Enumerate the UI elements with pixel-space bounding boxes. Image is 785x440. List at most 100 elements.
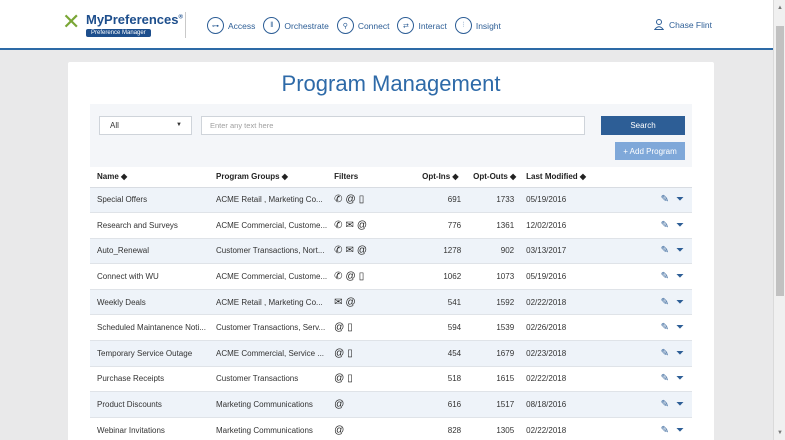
scroll-down-arrow-icon[interactable]: ▼	[777, 430, 783, 436]
filter-add-icon[interactable]: ⏷	[676, 297, 684, 308]
program-name-cell: Research and Surveys	[90, 212, 209, 239]
brand-tagline: Preference Manager	[86, 29, 151, 37]
filter-add-icon[interactable]: ⏷	[676, 425, 684, 436]
nav-item-label: Interact	[418, 20, 447, 31]
nav-item-connect[interactable]: ⚲ Connect	[336, 17, 390, 34]
user-menu[interactable]: Chase Flint	[654, 19, 712, 30]
mobile-icon: ▯	[347, 347, 353, 359]
column-header-groups[interactable]: Program Groups ◆	[209, 167, 328, 188]
search-button[interactable]: Search	[601, 116, 685, 135]
program-panel: All ▼ Search + Add Program Name ◆ Progra…	[90, 104, 692, 440]
program-groups-cell: Customer Transactions, Nort...	[209, 238, 328, 265]
column-header-optins[interactable]: Opt-Ins ◆	[415, 167, 467, 188]
program-groups-cell: ACME Retail , Marketing Co...	[209, 289, 328, 316]
edit-icon[interactable]: ✎	[661, 322, 669, 333]
opt-outs-cell: 1361	[466, 212, 520, 239]
column-header-modified[interactable]: Last Modified ◆	[519, 167, 595, 188]
table-row[interactable]: Weekly Deals ACME Retail , Marketing Co..…	[90, 289, 692, 316]
opt-ins-cell: 594	[415, 314, 467, 342]
column-header-name[interactable]: Name ◆	[90, 167, 209, 188]
table-row[interactable]: Temporary Service Outage ACME Commercial,…	[90, 340, 692, 367]
scrollbar-thumb[interactable]	[776, 26, 784, 296]
edit-icon[interactable]: ✎	[661, 348, 669, 359]
table-row[interactable]: Product Discounts Marketing Communication…	[90, 391, 692, 418]
table-row[interactable]: Purchase Receipts Customer Transactions @ ▯…	[90, 366, 692, 393]
nav-item-interact[interactable]: ⇄ Interact	[397, 17, 447, 34]
filters-cell: @ ▯	[327, 314, 416, 342]
filter-add-icon[interactable]: ⏷	[676, 220, 684, 231]
filters-cell: ✆ @ ▯	[327, 263, 416, 290]
program-name-cell: Auto_Renewal	[90, 238, 209, 265]
filter-add-icon[interactable]: ⏷	[676, 245, 684, 256]
table-row[interactable]: Webinar Invitations Marketing Communicati…	[90, 417, 692, 440]
at-icon: @	[345, 296, 356, 308]
filter-add-icon[interactable]: ⏷	[676, 194, 684, 205]
edit-icon[interactable]: ✎	[661, 297, 669, 308]
row-actions-cell: ✎ ⏷	[594, 391, 692, 418]
interact-icon: ⇄	[397, 17, 415, 34]
filters-cell: @	[327, 417, 416, 440]
last-modified-cell: 02/22/2018	[519, 417, 595, 440]
brand-logo[interactable]: ✕ MyPreferences® Preference Manager	[62, 10, 183, 42]
table-row[interactable]: Special Offers ACME Retail , Marketing Co…	[90, 187, 692, 214]
filter-add-icon[interactable]: ⏷	[676, 271, 684, 282]
program-name-cell: Purchase Receipts	[90, 366, 209, 393]
last-modified-cell: 02/22/2018	[519, 366, 595, 393]
nav-item-insight[interactable]: ⫶ Insight	[454, 17, 501, 34]
mobile-icon: ▯	[347, 373, 353, 385]
nav-item-orchestrate[interactable]: ⦀ Orchestrate	[263, 17, 329, 34]
nav-item-label: Connect	[357, 20, 390, 31]
nav-item-access[interactable]: ⊶ Access	[207, 17, 255, 34]
table-row[interactable]: Connect with WU ACME Commercial, Custome.…	[90, 263, 692, 290]
edit-icon[interactable]: ✎	[661, 373, 669, 384]
row-actions-cell: ✎ ⏷	[594, 417, 692, 440]
nav-item-label: Access	[228, 20, 256, 31]
group-select[interactable]: All ▼	[99, 116, 192, 135]
program-groups-cell: Marketing Communications	[209, 391, 328, 418]
at-icon: @	[334, 322, 345, 334]
edit-icon[interactable]: ✎	[661, 194, 669, 205]
edit-icon[interactable]: ✎	[661, 399, 669, 410]
mobile-icon: ▯	[358, 271, 365, 283]
table-row[interactable]: Scheduled Maintanence Noti... Customer Tr…	[90, 314, 692, 342]
opt-ins-cell: 1278	[415, 238, 467, 265]
insight-chart-icon: ⫶	[454, 17, 472, 34]
opt-ins-cell: 1062	[415, 263, 467, 290]
opt-ins-cell: 828	[415, 417, 467, 440]
at-icon: @	[334, 347, 345, 359]
row-actions-cell: ✎ ⏷	[594, 187, 692, 214]
filter-add-icon[interactable]: ⏷	[676, 373, 684, 384]
opt-outs-cell: 1073	[466, 263, 520, 290]
column-header-optouts[interactable]: Opt-Outs ◆	[466, 167, 520, 188]
opt-outs-cell: 902	[466, 238, 520, 265]
edit-icon[interactable]: ✎	[661, 271, 669, 282]
filter-add-icon[interactable]: ⏷	[676, 348, 684, 359]
filters-cell: @ ▯	[327, 340, 416, 367]
search-input[interactable]	[201, 116, 585, 135]
page-scrollbar[interactable]: ▲ ▼	[773, 0, 785, 440]
last-modified-cell: 08/18/2016	[519, 391, 595, 418]
envelope-icon: ✉	[345, 245, 354, 257]
last-modified-cell: 05/19/2016	[519, 263, 595, 290]
table-row[interactable]: Research and Surveys ACME Commercial, Cus…	[90, 212, 692, 239]
table-row[interactable]: Auto_Renewal Customer Transactions, Nort.…	[90, 238, 692, 265]
add-program-button[interactable]: + Add Program	[615, 142, 685, 160]
filter-add-icon[interactable]: ⏷	[676, 399, 684, 410]
group-select-value: All	[110, 121, 119, 130]
edit-icon[interactable]: ✎	[661, 425, 669, 436]
edit-icon[interactable]: ✎	[661, 245, 669, 256]
mobile-icon: ▯	[358, 194, 365, 206]
brand-trademark: ®	[178, 14, 183, 21]
filters-cell: ✆ ✉ @	[327, 238, 416, 265]
program-groups-cell: Customer Transactions, Serv...	[209, 314, 328, 342]
opt-ins-cell: 616	[415, 391, 467, 418]
row-actions-cell: ✎ ⏷	[594, 238, 692, 265]
edit-icon[interactable]: ✎	[661, 220, 669, 231]
filters-cell: @	[327, 391, 416, 418]
opt-outs-cell: 1305	[466, 417, 520, 440]
scroll-up-arrow-icon[interactable]: ▲	[777, 5, 783, 11]
envelope-icon: ✉	[334, 296, 343, 308]
program-card: Program Management All ▼ Search + Add Pr…	[68, 62, 714, 440]
filter-add-icon[interactable]: ⏷	[676, 322, 684, 333]
at-icon: @	[334, 424, 345, 436]
